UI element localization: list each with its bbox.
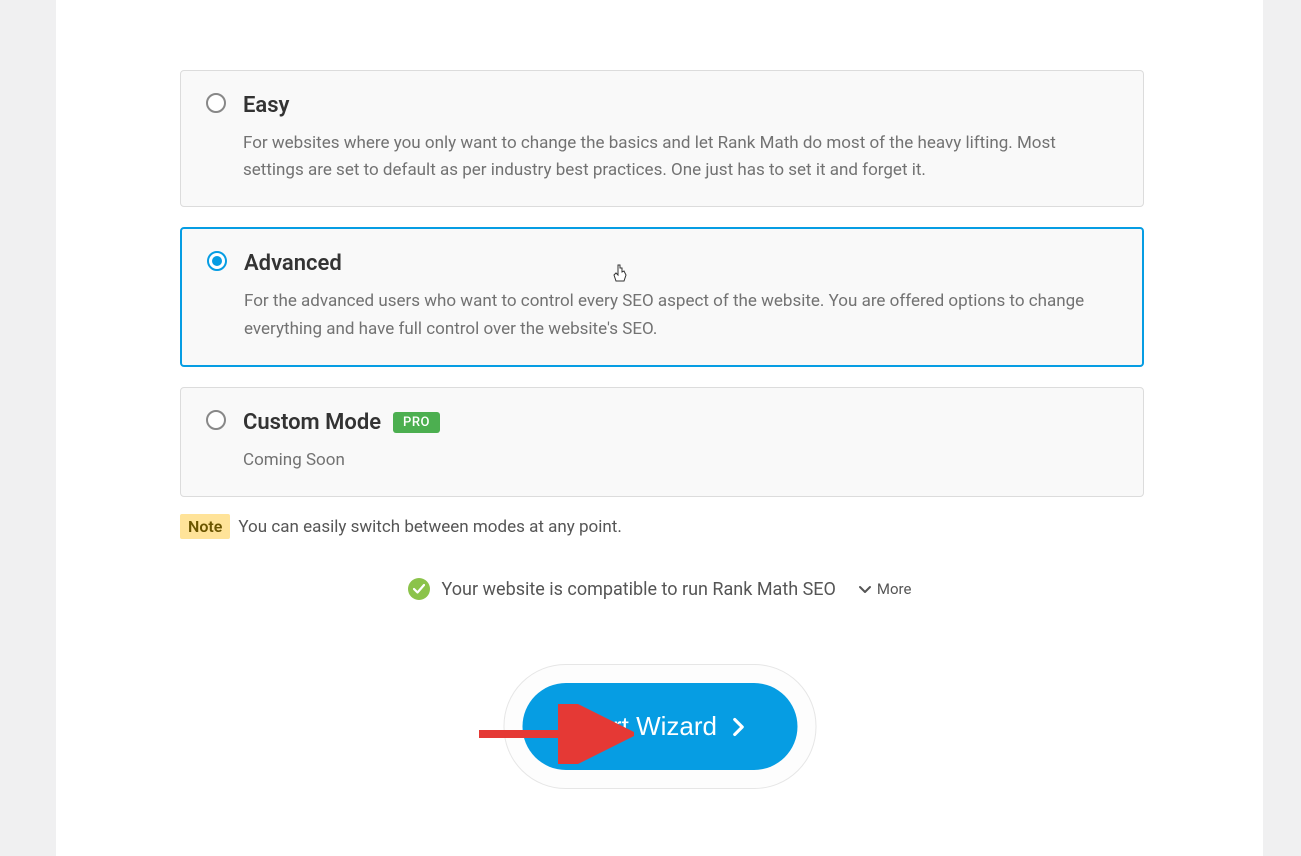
option-easy-title: Easy (243, 93, 1115, 118)
more-toggle[interactable]: More (858, 580, 912, 598)
mode-options: Easy For websites where you only want to… (180, 70, 1144, 517)
radio-easy[interactable] (206, 93, 226, 113)
start-wizard-label: Start Wizard (574, 711, 717, 742)
content-panel: Easy For websites where you only want to… (56, 0, 1263, 856)
radio-custom[interactable] (206, 410, 226, 430)
compatibility-row: Your website is compatible to run Rank M… (56, 578, 1263, 600)
option-custom-title: Custom Mode PRO (243, 410, 1115, 435)
option-custom-title-text: Custom Mode (243, 410, 381, 435)
chevron-right-icon (731, 717, 745, 737)
note-row: Note You can easily switch between modes… (180, 514, 622, 539)
compatibility-text: Your website is compatible to run Rank M… (442, 579, 836, 600)
start-wizard-button[interactable]: Start Wizard (522, 683, 797, 770)
note-badge: Note (180, 514, 230, 539)
option-advanced-title: Advanced (244, 251, 1114, 276)
radio-advanced[interactable] (207, 251, 227, 271)
more-label: More (877, 580, 912, 598)
option-custom[interactable]: Custom Mode PRO Coming Soon (180, 387, 1144, 497)
note-text: You can easily switch between modes at a… (238, 517, 621, 537)
option-easy[interactable]: Easy For websites where you only want to… (180, 70, 1144, 207)
option-easy-description: For websites where you only want to chan… (243, 130, 1115, 184)
pro-badge: PRO (393, 412, 440, 433)
chevron-down-icon (858, 582, 872, 596)
option-advanced[interactable]: Advanced For the advanced users who want… (180, 227, 1144, 366)
start-wizard-wrap: Start Wizard (503, 664, 816, 789)
check-circle-icon (408, 578, 430, 600)
option-advanced-description: For the advanced users who want to contr… (244, 288, 1114, 342)
option-custom-description: Coming Soon (243, 447, 1115, 474)
